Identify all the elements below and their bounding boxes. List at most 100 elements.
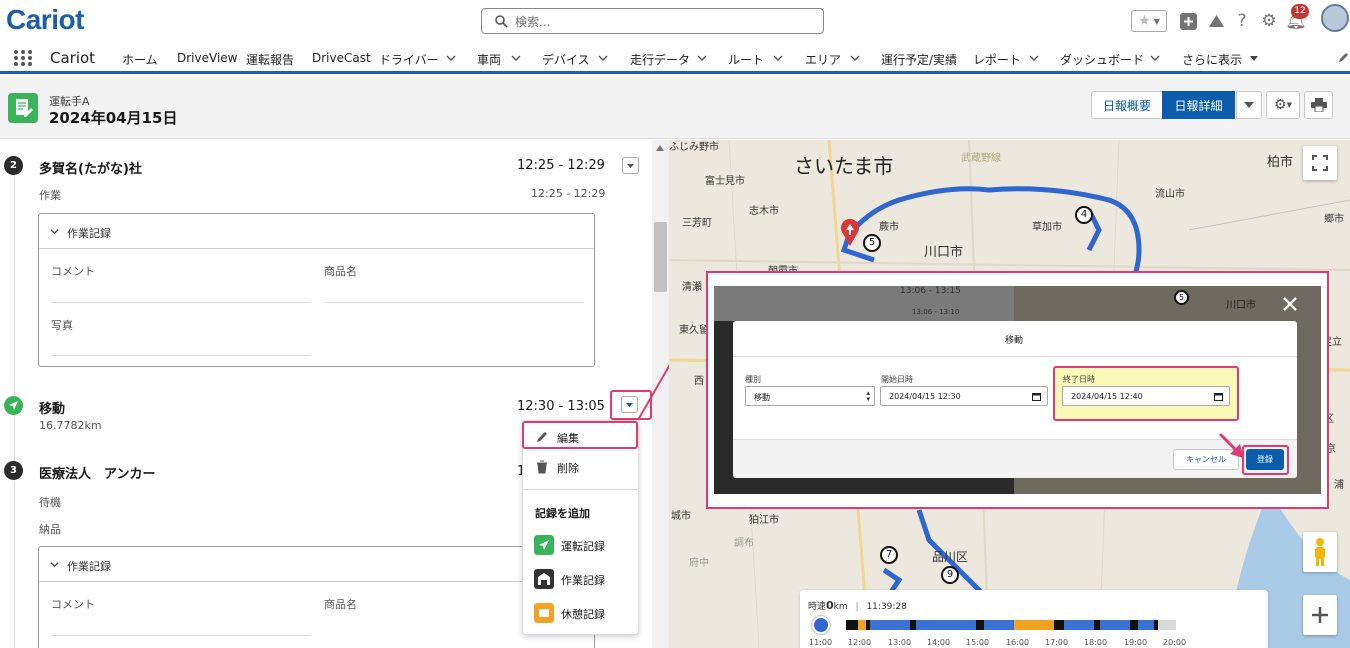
move-title: 移動 [39,402,66,417]
nav-item-dashboards[interactable]: ダッシュボード [1060,51,1144,68]
photo-field[interactable] [51,355,311,356]
map-label: 府中 [689,558,709,569]
global-header: Cariot 検索... ★ ▼ ? ⚙ 🔔︎ 12 [0,0,1350,44]
menu-item-drive-record[interactable]: 運転記録 [523,531,640,559]
report-icon [8,93,38,123]
chevron-down-icon[interactable] [1029,53,1039,63]
setup-button[interactable]: ⚙ [1259,10,1279,32]
dimmed-background [714,286,1014,321]
product-field[interactable] [324,302,584,303]
map-city-label: さいたま市 [794,154,894,178]
card-header[interactable]: 作業記録 [39,547,594,582]
scrollbar-thumb[interactable] [654,222,667,292]
scroll-up-icon[interactable] [656,145,664,151]
help-button[interactable]: ? [1233,10,1251,32]
end-datetime-input[interactable]: 2024/04/15 12:40 [1062,386,1230,406]
timeline-activity-bar[interactable] [846,620,1176,630]
trailhead-button[interactable] [1206,10,1226,32]
chevron-down-icon[interactable] [1150,53,1160,63]
comment-label: コメント [51,598,95,611]
street-view-button[interactable] [1303,532,1337,572]
chevron-down-icon[interactable] [850,53,860,63]
chevron-down-icon[interactable] [773,53,783,63]
global-search-input[interactable]: 検索... [481,8,824,34]
nav-item-vehicles[interactable]: 車両 [477,51,501,68]
timeline-slider-handle[interactable] [812,616,830,634]
nav-item-drivers[interactable]: ドライバー [379,51,439,68]
menu-item-rest-record[interactable]: 休憩記録 [523,599,640,627]
pegman-icon [1315,538,1325,566]
detail-tab-button[interactable]: 日報詳細 [1162,91,1235,119]
fullscreen-button[interactable] [1303,146,1337,180]
updown-icon: ▴ ▾ [866,389,870,403]
stop-activity-time: 12:25 - 12:29 [531,187,606,200]
nav-item-schedule[interactable]: 運行予定/実績 [881,51,957,68]
speed-timeline-panel: 時速0km | 11:39:28 11:00 12:00 13:00 14:00… [800,590,1268,648]
nav-item-routes[interactable]: ルート [728,51,764,68]
dimmed-text: 13:06 - 13:10 [912,308,960,316]
map-stop-marker[interactable]: 5 [863,234,881,252]
highlight-box [522,421,638,449]
stop-menu-button[interactable] [622,157,639,174]
nav-item-areas[interactable]: エリア [805,51,841,68]
type-select[interactable]: 移動 ▴ ▾ [745,386,875,406]
nav-item-home[interactable]: ホーム [122,51,158,68]
caret-down-icon[interactable] [1249,53,1259,63]
map-stop-marker[interactable]: 9 [941,566,959,584]
card-title: 作業記録 [67,227,111,240]
start-datetime-input[interactable]: 2024/04/15 12:30 [880,386,1048,406]
menu-item-label: 作業記録 [561,574,605,587]
menu-item-delete[interactable]: 削除 [523,453,640,481]
move-distance: 16.7782km [39,419,102,432]
notification-badge: 12 [1291,4,1309,19]
settings-menu-button[interactable]: ⚙ ▼ [1266,91,1300,119]
dialog-title: 移動 [1005,336,1024,346]
navigation-icon [534,535,554,555]
menu-item-label: 運転記録 [561,540,605,553]
search-placeholder: 検索... [515,15,551,29]
timeline-tick: 17:00 [1045,638,1069,647]
favorites-button[interactable]: ★ ▼ [1131,10,1167,32]
row-actions-menu: 編集 削除 記録を追加 運転記録 作業記録 休憩記録 [522,420,639,635]
zoom-in-button[interactable] [1303,595,1337,635]
summary-tab-button[interactable]: 日報概要 [1091,91,1163,119]
card-header[interactable]: 作業記録 [39,214,594,249]
comment-field[interactable] [51,302,311,303]
stop-number: 2 [4,156,23,175]
nav-item-drive-data[interactable]: 走行データ [630,51,690,68]
product-label: 商品名 [324,265,357,278]
user-avatar[interactable] [1321,4,1349,32]
global-actions-button[interactable] [1179,10,1197,32]
chevron-down-icon[interactable] [697,53,707,63]
map-stop-marker[interactable]: 7 [880,546,898,564]
print-button[interactable] [1304,91,1333,119]
arrow-icon [1218,432,1244,458]
nav-item-reports[interactable]: レポート [973,51,1021,68]
app-launcher-icon[interactable] [13,49,33,67]
close-icon[interactable] [1282,296,1298,312]
nav-item-more[interactable]: さらに表示 [1182,51,1242,68]
app-nav-bar: Cariot ホーム DriveView 運転報告 DriveCast ドライバ… [0,44,1350,74]
chevron-down-icon[interactable] [511,53,521,63]
timeline-tick: 20:00 [1163,638,1187,647]
menu-item-work-record[interactable]: 作業記録 [523,565,640,593]
start-label: 開始日時 [881,375,913,384]
map-label: 西 [694,376,704,387]
map-stop-marker[interactable]: 4 [1075,206,1093,224]
chevron-down-icon[interactable] [446,53,456,63]
cariot-logo[interactable]: Cariot [6,4,84,36]
more-actions-button[interactable] [1236,91,1262,119]
end-value: 2024/04/15 12:40 [1071,392,1143,401]
map-label: 調布 [734,538,754,549]
caret-down-icon [1244,102,1254,108]
chevron-down-icon[interactable] [598,53,608,63]
coffee-icon [534,603,554,623]
nav-item-drivecast[interactable]: DriveCast [312,51,371,65]
nav-item-devices[interactable]: デバイス [542,51,590,68]
pencil-icon[interactable] [1337,52,1349,64]
work-record-card: 作業記録 コメント 商品名 [38,546,595,648]
nav-item-drive-report[interactable]: 運転報告 [246,51,294,68]
gear-icon: ⚙ [1274,97,1287,113]
nav-item-driveview[interactable]: DriveView [177,51,237,65]
comment-field[interactable] [51,635,311,636]
